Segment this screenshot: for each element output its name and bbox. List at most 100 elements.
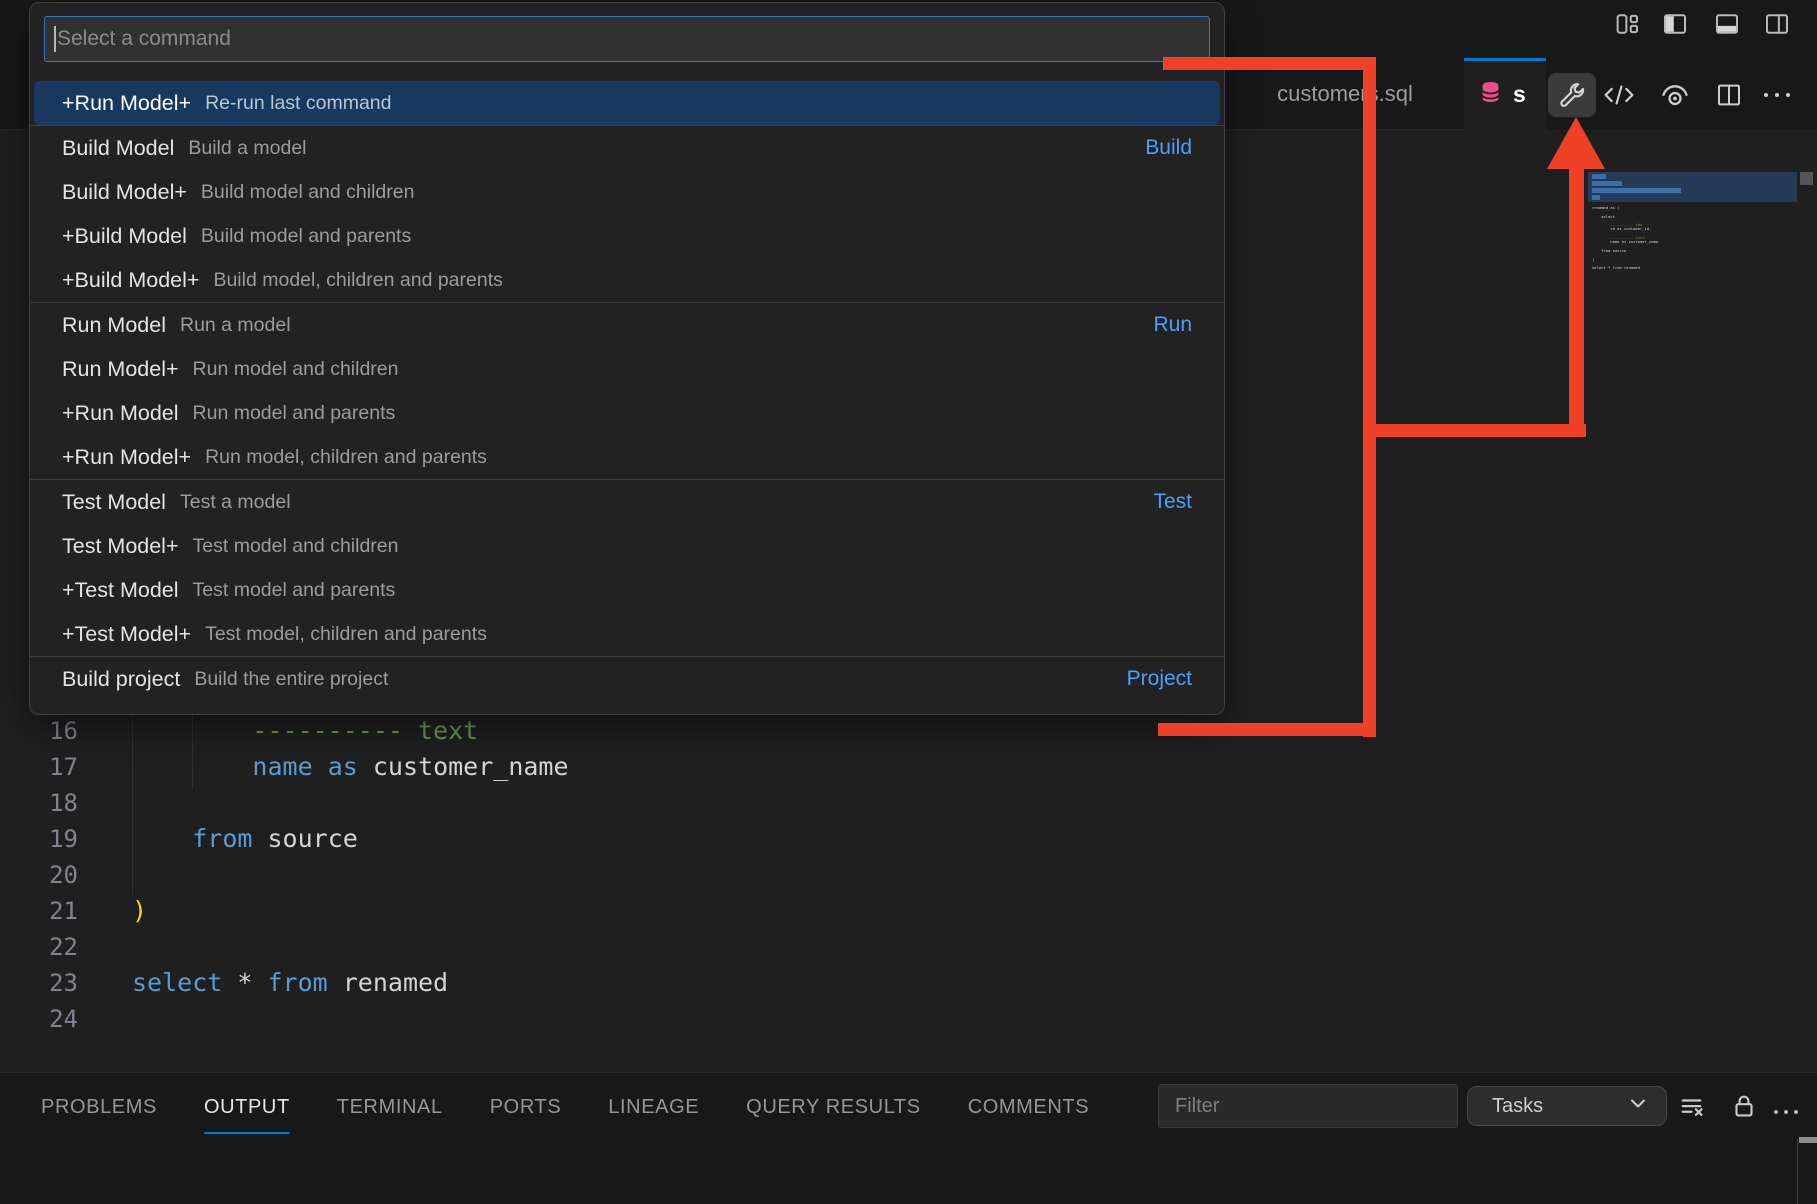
tab-label: customers.sql <box>1277 81 1413 107</box>
line-number: 17 <box>0 749 78 785</box>
line-content: ---------- text <box>78 713 478 749</box>
tasks-label: Tasks <box>1492 1095 1543 1118</box>
line-content <box>78 785 132 821</box>
code-line[interactable]: 16 ---------- text <box>0 713 569 749</box>
command-item[interactable]: Run Model Run a model Run <box>30 303 1224 347</box>
command-label: Clean project <box>62 711 189 716</box>
command-item[interactable]: +Run Model+Run model, children and paren… <box>30 435 1224 479</box>
command-item[interactable]: +Test Model+ Test model, children and par… <box>30 612 1224 656</box>
minimap[interactable]: renamed as ( select ---------- ids id as… <box>1588 172 1797 270</box>
command-description: Run model and children <box>193 358 399 381</box>
command-category: Test <box>1153 490 1192 514</box>
toggle-sidebar-left-icon[interactable] <box>1660 9 1690 39</box>
command-description: Run a model <box>180 314 291 337</box>
wrench-icon[interactable] <box>1548 73 1596 117</box>
command-description: Run model and parents <box>193 402 396 425</box>
text-caret <box>54 26 56 52</box>
code-editor[interactable]: 16 ---------- text17 name as customer_na… <box>0 713 569 1037</box>
command-item[interactable]: Build Model+ Build model and children <box>30 170 1224 214</box>
more-actions-icon[interactable] <box>1760 78 1794 112</box>
minimap-highlight-bar <box>1592 195 1600 200</box>
minimap-line: name as customer_name <box>1592 240 1658 244</box>
command-palette: +Run Model+Re-run last commandBuild Mode… <box>29 2 1225 715</box>
line-content <box>78 857 132 893</box>
code-line[interactable]: 18 <box>0 785 569 821</box>
clear-output-icon[interactable] <box>1679 1093 1709 1123</box>
annotation-line-vertical <box>1363 57 1376 737</box>
customize-layout-icon[interactable] <box>1612 9 1642 39</box>
command-item[interactable]: +Run Model+Re-run last command <box>34 81 1220 125</box>
command-item[interactable]: +Run ModelRun model and parents <box>30 391 1224 435</box>
line-content <box>78 1001 132 1037</box>
command-item[interactable]: Run Model+Run model and children <box>30 347 1224 391</box>
code-line[interactable]: 21) <box>0 893 569 929</box>
annotation-arrowhead <box>1547 117 1605 169</box>
command-item[interactable]: Test Model+Test model and children <box>30 524 1224 568</box>
command-label: +Test Model <box>62 578 179 603</box>
line-number: 18 <box>0 785 78 821</box>
command-description: Run model, children and parents <box>205 446 487 469</box>
minimap-highlight <box>1588 172 1797 202</box>
tasks-dropdown[interactable]: Tasks <box>1467 1086 1667 1126</box>
line-content: from source <box>78 821 358 857</box>
tab-active-file[interactable]: s <box>1464 58 1546 130</box>
line-content <box>78 929 132 965</box>
panel-tab-comments[interactable]: COMMENTS <box>968 1079 1089 1135</box>
panel-tab-lineage[interactable]: LINEAGE <box>608 1079 699 1135</box>
minimap-highlight-bar <box>1592 188 1681 193</box>
command-item[interactable]: +Build Model+Build model, children and p… <box>30 258 1224 302</box>
minimap-highlight-bar <box>1592 174 1606 179</box>
toggle-sidebar-right-icon[interactable] <box>1762 9 1792 39</box>
command-item[interactable]: Clean projectRun `dbt clean` <box>30 701 1224 715</box>
vscode-window: customers.sql s <box>0 0 1817 1204</box>
command-label: +Test Model+ <box>62 622 191 647</box>
code-line[interactable]: 22 <box>0 929 569 965</box>
panel-tab-problems[interactable]: PROBLEMS <box>41 1079 157 1135</box>
line-number: 23 <box>0 965 78 1001</box>
panel-tab-terminal[interactable]: TERMINAL <box>337 1079 443 1135</box>
code-line[interactable]: 23select * from renamed <box>0 965 569 1001</box>
line-content: ) <box>78 893 147 929</box>
command-item[interactable]: Build ModelBuild a modelBuild <box>30 126 1224 170</box>
code-icon[interactable] <box>1602 78 1636 112</box>
command-description: Re-run last command <box>205 92 391 115</box>
split-editor-icon[interactable] <box>1712 78 1746 112</box>
annotation-line-branch <box>1363 424 1586 437</box>
command-description: Test a model <box>180 491 291 514</box>
line-number: 24 <box>0 1001 78 1037</box>
editor-scrollbar-thumb[interactable] <box>1800 172 1813 185</box>
command-label: +Build Model <box>62 224 187 249</box>
line-number: 20 <box>0 857 78 893</box>
command-input[interactable] <box>45 17 1209 61</box>
command-label: Test Model+ <box>62 534 179 559</box>
command-item[interactable]: Test ModelTest a modelTest <box>30 480 1224 524</box>
annotation-line-top <box>1163 57 1376 70</box>
code-line[interactable]: 20 <box>0 857 569 893</box>
command-item[interactable]: +Test ModelTest model and parents <box>30 568 1224 612</box>
command-item[interactable]: +Build ModelBuild model and parents <box>30 214 1224 258</box>
panel-tabs: PROBLEMS OUTPUT TERMINAL PORTS LINEAGE QUERY … <box>41 1079 1089 1135</box>
command-description: Build model, children and parents <box>213 269 502 292</box>
panel-tab-output[interactable]: OUTPUT <box>204 1079 290 1135</box>
preview-eye-icon[interactable] <box>1658 78 1692 112</box>
more-icon[interactable] <box>1772 1103 1802 1133</box>
command-label: Build Model+ <box>62 180 187 205</box>
lock-icon[interactable] <box>1729 1091 1759 1121</box>
command-label: Run Model <box>62 313 166 338</box>
command-description: Build model and children <box>201 181 415 204</box>
code-line[interactable]: 19 from source <box>0 821 569 857</box>
panel-scrollbar-thumb[interactable] <box>1799 1137 1817 1143</box>
code-line[interactable]: 17 name as customer_name <box>0 749 569 785</box>
minimap-line: select * from renamed <box>1592 266 1658 270</box>
command-category: Project <box>1127 667 1192 691</box>
minimap-highlight-bar <box>1592 181 1622 186</box>
command-description: Test model, children and parents <box>205 623 487 646</box>
toggle-panel-icon[interactable] <box>1712 9 1742 39</box>
code-line[interactable]: 24 <box>0 1001 569 1037</box>
command-category: Run <box>1153 313 1192 337</box>
panel-tab-query-results[interactable]: QUERY RESULTS <box>746 1079 921 1135</box>
line-number: 21 <box>0 893 78 929</box>
filter-input[interactable] <box>1158 1084 1458 1128</box>
panel-tab-ports[interactable]: PORTS <box>490 1079 562 1135</box>
command-item[interactable]: Build projectBuild the entire projectPro… <box>30 657 1224 701</box>
